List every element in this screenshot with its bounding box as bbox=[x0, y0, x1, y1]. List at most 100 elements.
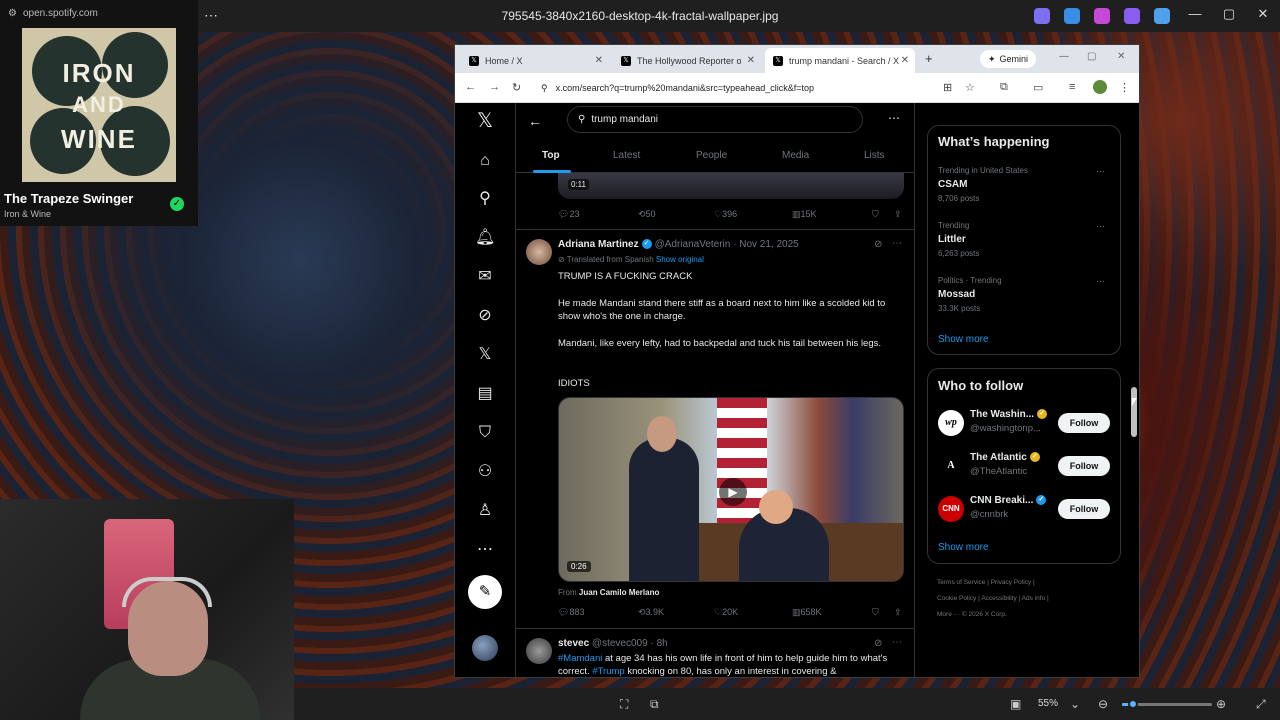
like-action[interactable]: ♡ 20K bbox=[714, 607, 738, 618]
tab-home[interactable]: 𝕏 Home / X ✕ bbox=[461, 48, 609, 73]
browser-menu-icon[interactable]: ⋮ bbox=[1119, 81, 1130, 94]
browser-close-icon[interactable]: ✕ bbox=[1117, 51, 1125, 62]
tab-search[interactable]: 𝕏 trump mandani - Search / X ✕ bbox=[765, 48, 915, 73]
profile-icon[interactable]: ♙ bbox=[475, 501, 495, 521]
new-tab-icon[interactable]: + bbox=[925, 51, 933, 66]
trend-name[interactable]: CSAM bbox=[938, 179, 967, 190]
profile-avatar[interactable] bbox=[1093, 80, 1107, 94]
scrollbar-thumb[interactable] bbox=[1131, 387, 1137, 437]
search-input[interactable]: ⚲ trump mandani bbox=[567, 106, 863, 133]
install-icon[interactable]: ⊞ bbox=[943, 81, 952, 94]
bookmark-icon[interactable]: ⛉ bbox=[872, 209, 879, 220]
grok-explain-icon[interactable]: ⊘ bbox=[874, 638, 882, 649]
trend-name[interactable]: Mossad bbox=[938, 289, 975, 300]
tab-lists[interactable]: Lists bbox=[864, 150, 885, 161]
app-icon-2[interactable] bbox=[1064, 8, 1080, 24]
share-icon[interactable]: ⇪ bbox=[894, 209, 902, 220]
trend-name[interactable]: Littler bbox=[938, 234, 966, 245]
hashtag-link[interactable]: #Mamdani bbox=[558, 653, 602, 664]
premium-icon[interactable]: 𝕏 bbox=[475, 345, 495, 365]
grok-explain-icon[interactable]: ⊘ bbox=[874, 239, 882, 250]
explore-icon[interactable]: ⚲ bbox=[475, 189, 495, 209]
crop-icon[interactable]: ⛶ bbox=[620, 697, 628, 712]
lists-icon[interactable]: ▤ bbox=[475, 384, 495, 404]
tab-hollywood-reporter[interactable]: 𝕏 The Hollywood Reporter on X ✕ bbox=[613, 48, 761, 73]
text-select-icon[interactable]: ⧉ bbox=[650, 697, 659, 712]
page-scrollbar[interactable] bbox=[1127, 103, 1139, 677]
footer-line[interactable]: Cookie Policy | Accessibility | Ads info… bbox=[937, 591, 1117, 607]
close-icon[interactable]: ✕ bbox=[1246, 6, 1280, 22]
cnn-avatar[interactable]: CNN bbox=[938, 496, 964, 522]
maximize-icon[interactable]: ▢ bbox=[1212, 6, 1246, 22]
forward-icon[interactable]: → bbox=[489, 81, 500, 93]
trend-more-icon[interactable]: ⋯ bbox=[1096, 221, 1105, 232]
atlantic-avatar[interactable]: A bbox=[938, 453, 964, 479]
search-more-icon[interactable]: ⋯ bbox=[888, 111, 900, 125]
like-action[interactable]: ♡ 396 bbox=[714, 209, 737, 220]
footer-line[interactable]: Terms of Service | Privacy Policy | bbox=[937, 575, 1117, 591]
trend-more-icon[interactable]: ⋯ bbox=[1096, 166, 1105, 177]
follow-button[interactable]: Follow bbox=[1058, 499, 1110, 519]
share-icon[interactable]: ⇪ bbox=[894, 607, 902, 618]
footer-line[interactable]: More ··· © 2026 X Corp. bbox=[937, 607, 1117, 623]
post-author-avatar[interactable] bbox=[526, 638, 552, 664]
reply-action[interactable]: 💬︎ 23 bbox=[558, 209, 579, 220]
tab-media[interactable]: Media bbox=[782, 150, 809, 161]
post-author-avatar[interactable] bbox=[526, 239, 552, 265]
show-original-link[interactable]: Show original bbox=[656, 255, 704, 264]
follow-account-name[interactable]: The Washin... ✓ bbox=[970, 409, 1050, 420]
repost-action[interactable]: ⟲ 3.9K bbox=[638, 607, 664, 618]
more-icon[interactable]: ⋯ bbox=[475, 540, 495, 560]
tab-people[interactable]: People bbox=[696, 150, 727, 161]
hashtag-link[interactable]: #Trump bbox=[592, 666, 624, 677]
zoom-slider-knob[interactable] bbox=[1127, 699, 1138, 709]
zoom-dropdown-icon[interactable]: ⌄ bbox=[1070, 697, 1080, 711]
repost-action[interactable]: ⟲ 50 bbox=[638, 209, 656, 220]
post-author-handle[interactable]: @AdrianaVeterin bbox=[655, 239, 731, 250]
home-icon[interactable]: ⌂ bbox=[475, 151, 495, 171]
split-view-icon[interactable]: ▭ bbox=[1033, 81, 1043, 94]
app-icon-1[interactable] bbox=[1034, 8, 1050, 24]
back-icon[interactable]: ← bbox=[465, 81, 476, 93]
views-action[interactable]: ▥ 15K bbox=[792, 209, 817, 220]
star-icon[interactable]: ☆ bbox=[965, 81, 975, 94]
reading-list-icon[interactable]: ≡ bbox=[1069, 81, 1075, 93]
tab-latest[interactable]: Latest bbox=[613, 150, 640, 161]
gemini-button[interactable]: ✦ Gemini bbox=[980, 50, 1037, 68]
extensions-icon[interactable]: ⧉ bbox=[1000, 81, 1008, 94]
post-time[interactable]: 8h bbox=[657, 638, 668, 649]
washington-post-avatar[interactable]: wp bbox=[938, 410, 964, 436]
url-field[interactable]: ⚲ x.com/search?q=trump%20mandani&src=typ… bbox=[535, 77, 880, 99]
views-action[interactable]: ▥ 658K bbox=[792, 607, 822, 618]
zoom-out-icon[interactable]: ⊖ bbox=[1098, 697, 1108, 711]
browser-minimize-icon[interactable]: — bbox=[1059, 51, 1069, 62]
reply-action[interactable]: 💬︎ 883 bbox=[558, 607, 584, 618]
fit-icon[interactable]: ▣ bbox=[1010, 697, 1021, 711]
back-arrow-icon[interactable]: ← bbox=[528, 113, 542, 129]
communities-icon[interactable]: ⚇ bbox=[475, 462, 495, 482]
viewer-menu-icon[interactable]: ⋯ bbox=[204, 7, 218, 24]
video-attribution[interactable]: From Juan Camilo Merlano bbox=[558, 588, 659, 597]
post-compose-icon[interactable]: ✎ bbox=[468, 575, 502, 609]
trend-more-icon[interactable]: ⋯ bbox=[1096, 276, 1105, 287]
zoom-value[interactable]: 55% bbox=[1038, 698, 1058, 709]
post-author-name[interactable]: Adriana Martinez bbox=[558, 239, 639, 250]
fullscreen-icon[interactable]: ⤢ bbox=[1256, 697, 1266, 712]
zoom-slider[interactable] bbox=[1122, 699, 1212, 709]
follow-button[interactable]: Follow bbox=[1058, 413, 1110, 433]
browser-maximize-icon[interactable]: ▢ bbox=[1087, 51, 1096, 62]
post-more-icon[interactable]: ⋯ bbox=[892, 238, 902, 249]
messages-icon[interactable]: ✉ bbox=[475, 267, 495, 287]
play-icon[interactable]: ▶ bbox=[719, 478, 747, 506]
reload-icon[interactable]: ↻ bbox=[512, 81, 521, 94]
post-more-icon[interactable]: ⋯ bbox=[892, 637, 902, 648]
song-title[interactable]: The Trapeze Swinger bbox=[4, 191, 133, 206]
notifications-icon[interactable]: 🔔︎ bbox=[475, 228, 495, 248]
follow-account-name[interactable]: CNN Breaki... ✓ bbox=[970, 495, 1049, 506]
bookmarks-icon[interactable]: ⛉ bbox=[475, 423, 495, 443]
artist-name[interactable]: Iron & Wine bbox=[4, 209, 51, 219]
post-date[interactable]: Nov 21, 2025 bbox=[739, 239, 799, 250]
x-logo-icon[interactable]: 𝕏 bbox=[475, 111, 495, 131]
zoom-in-icon[interactable]: ⊕ bbox=[1216, 697, 1226, 711]
grok-icon[interactable]: ⊘ bbox=[475, 306, 495, 326]
